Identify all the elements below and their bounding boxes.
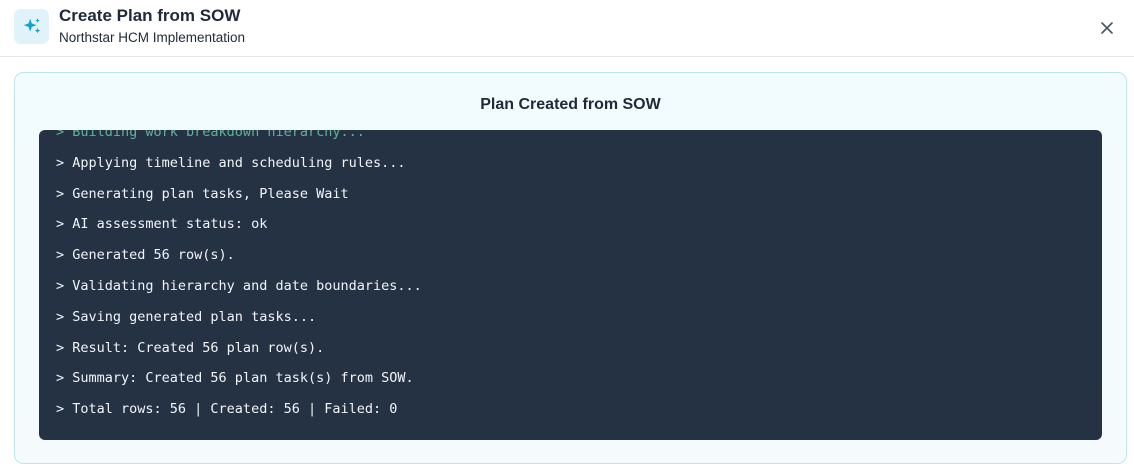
- log-line: > Total rows: 56 | Created: 56 | Failed:…: [56, 401, 398, 418]
- log-line: > AI assessment status: ok: [56, 216, 268, 233]
- result-card: Plan Created from SOW > Building work br…: [14, 72, 1127, 464]
- sparkle-icon: [14, 9, 49, 44]
- log-line: > Applying timeline and scheduling rules…: [56, 154, 406, 171]
- log-terminal[interactable]: > Building work breakdown hierarchy... >…: [39, 130, 1102, 440]
- close-button[interactable]: [1098, 19, 1116, 37]
- log-line: > Generating plan tasks, Please Wait: [56, 185, 349, 202]
- log-line: > Summary: Created 56 plan task(s) from …: [56, 370, 414, 387]
- log-line: > Generated 56 row(s).: [56, 247, 235, 264]
- dialog-header: Create Plan from SOW Northstar HCM Imple…: [0, 0, 1134, 57]
- log-line: > Result: Created 56 plan row(s).: [56, 339, 325, 356]
- create-plan-dialog: Create Plan from SOW Northstar HCM Imple…: [0, 0, 1134, 472]
- log-line: > Building work breakdown hierarchy...: [56, 130, 365, 140]
- card-title: Plan Created from SOW: [480, 96, 661, 113]
- dialog-title: Create Plan from SOW: [59, 6, 241, 25]
- close-icon[interactable]: [1100, 21, 1114, 35]
- log-line: > Saving generated plan tasks...: [56, 308, 317, 325]
- dialog-subtitle: Northstar HCM Implementation: [59, 30, 246, 45]
- log-line: > Validating hierarchy and date boundari…: [56, 277, 422, 294]
- log-scroll-area: > Building work breakdown hierarchy... >…: [39, 130, 1102, 425]
